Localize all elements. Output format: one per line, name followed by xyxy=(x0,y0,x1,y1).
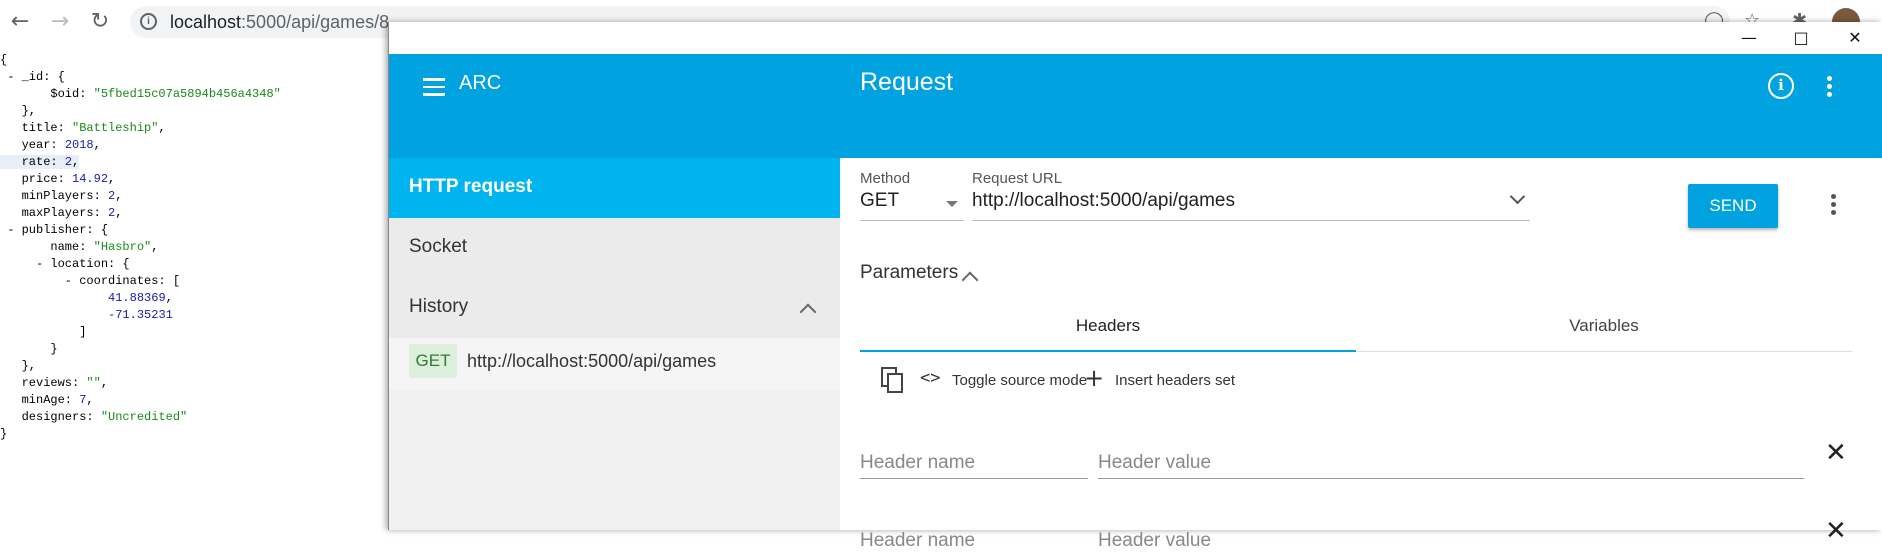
nav-item-http-request[interactable]: HTTP request xyxy=(389,158,840,218)
method-badge: GET xyxy=(409,344,457,378)
parameters-label: Parameters xyxy=(860,262,959,283)
close-window-icon[interactable]: ✕ xyxy=(1835,26,1875,50)
chevron-up-icon[interactable] xyxy=(799,303,817,321)
history-label: History xyxy=(409,296,469,317)
url-underline xyxy=(972,220,1530,221)
json-line: } xyxy=(0,427,8,441)
send-button[interactable]: SEND xyxy=(1688,184,1778,228)
json-line: designers: "Uncredited" xyxy=(0,410,188,424)
url-input[interactable]: http://localhost:5000/api/games xyxy=(972,190,1235,212)
json-line: - _id: { xyxy=(0,70,65,84)
json-line: minAge: 7, xyxy=(0,393,94,407)
json-line: price: 14.92, xyxy=(0,172,116,186)
toggle-source-button[interactable]: Toggle source mode xyxy=(952,372,1087,389)
request-panel: Method GET Request URL http://localhost:… xyxy=(840,158,1882,551)
dropdown-arrow-icon[interactable] xyxy=(946,201,958,207)
add-icon[interactable]: + xyxy=(1084,364,1104,392)
header-name-input[interactable]: Header name xyxy=(860,530,975,552)
parameters-collapse-icon[interactable] xyxy=(961,271,979,289)
menu-icon[interactable] xyxy=(423,78,445,96)
tab-variables[interactable]: Variables xyxy=(1356,300,1852,352)
json-line: }, xyxy=(0,359,37,373)
json-line: year: 2018, xyxy=(0,138,101,152)
json-line: 41.88369, xyxy=(108,291,173,305)
header-value-input[interactable]: Header value xyxy=(1098,530,1211,552)
method-label: Method xyxy=(860,170,911,187)
json-line: - coordinates: [ xyxy=(0,274,181,288)
back-icon[interactable]: ← xyxy=(6,8,34,36)
url-label: Request URL xyxy=(972,170,1063,187)
json-line: ] xyxy=(0,325,87,339)
reload-icon[interactable]: ↻ xyxy=(86,8,114,36)
insert-headers-button[interactable]: Insert headers set xyxy=(1115,372,1235,389)
arc-window: — □ ✕ ARC Request i HTTP request Socket … xyxy=(388,22,1882,551)
header-value-underline xyxy=(1098,478,1804,479)
json-line: name: "Hasbro", xyxy=(0,240,159,254)
json-viewer: { - _id: { $oid: "5fbed15c07a5894b456a43… xyxy=(0,52,281,443)
json-line: $oid: "5fbed15c07a5894b456a4348" xyxy=(0,87,281,101)
request-more-icon[interactable] xyxy=(1831,194,1837,218)
nav-item-socket[interactable]: Socket xyxy=(389,218,840,278)
method-underline xyxy=(860,220,964,221)
code-icon[interactable]: <> xyxy=(920,368,940,388)
json-line: - location: { xyxy=(0,257,130,271)
json-line: -71.35231 xyxy=(108,308,173,322)
remove-header-icon[interactable]: ✕ xyxy=(1825,518,1847,544)
remove-header-icon[interactable]: ✕ xyxy=(1825,440,1847,466)
address-url[interactable]: localhost:5000/api/games/8 xyxy=(170,12,389,33)
header-name-underline xyxy=(860,478,1088,479)
header-value-input[interactable]: Header value xyxy=(1098,452,1211,474)
app-title: ARC xyxy=(459,72,502,94)
json-line: - publisher: { xyxy=(0,223,109,237)
history-item[interactable]: GET http://localhost:5000/api/games xyxy=(389,338,840,390)
tab-headers[interactable]: Headers xyxy=(860,300,1356,352)
more-vert-icon[interactable] xyxy=(1827,76,1833,100)
left-nav: HTTP request Socket History GET http://l… xyxy=(389,158,840,530)
header-name-input[interactable]: Header name xyxy=(860,452,975,474)
json-line: rate: 2, xyxy=(0,155,80,169)
method-select[interactable]: GET xyxy=(860,190,899,212)
history-item-url: http://localhost:5000/api/games xyxy=(467,351,717,371)
site-info-icon[interactable]: i xyxy=(140,13,157,30)
copy-icon[interactable] xyxy=(880,366,906,398)
nav-appbar: ARC xyxy=(389,54,840,158)
page-title: Request xyxy=(860,68,954,96)
url-host: localhost xyxy=(170,12,242,32)
main-appbar: Request i xyxy=(840,54,1882,158)
json-line: { xyxy=(0,53,8,67)
json-line: }, xyxy=(0,104,37,118)
json-line: title: "Battleship", xyxy=(0,121,166,135)
chevron-down-icon[interactable] xyxy=(1509,188,1526,205)
json-line: } xyxy=(0,342,58,356)
url-path: :5000/api/games/8 xyxy=(241,12,390,32)
json-line: reviews: "", xyxy=(0,376,109,390)
json-line: maxPlayers: 2, xyxy=(0,206,123,220)
minimize-icon[interactable]: — xyxy=(1729,26,1769,50)
json-line: minPlayers: 2, xyxy=(0,189,123,203)
window-titlebar: — □ ✕ xyxy=(389,22,1882,54)
nav-item-history[interactable]: History xyxy=(389,278,840,338)
info-icon[interactable]: i xyxy=(1768,73,1794,99)
forward-icon[interactable]: → xyxy=(46,8,74,36)
maximize-icon[interactable]: □ xyxy=(1781,26,1821,50)
